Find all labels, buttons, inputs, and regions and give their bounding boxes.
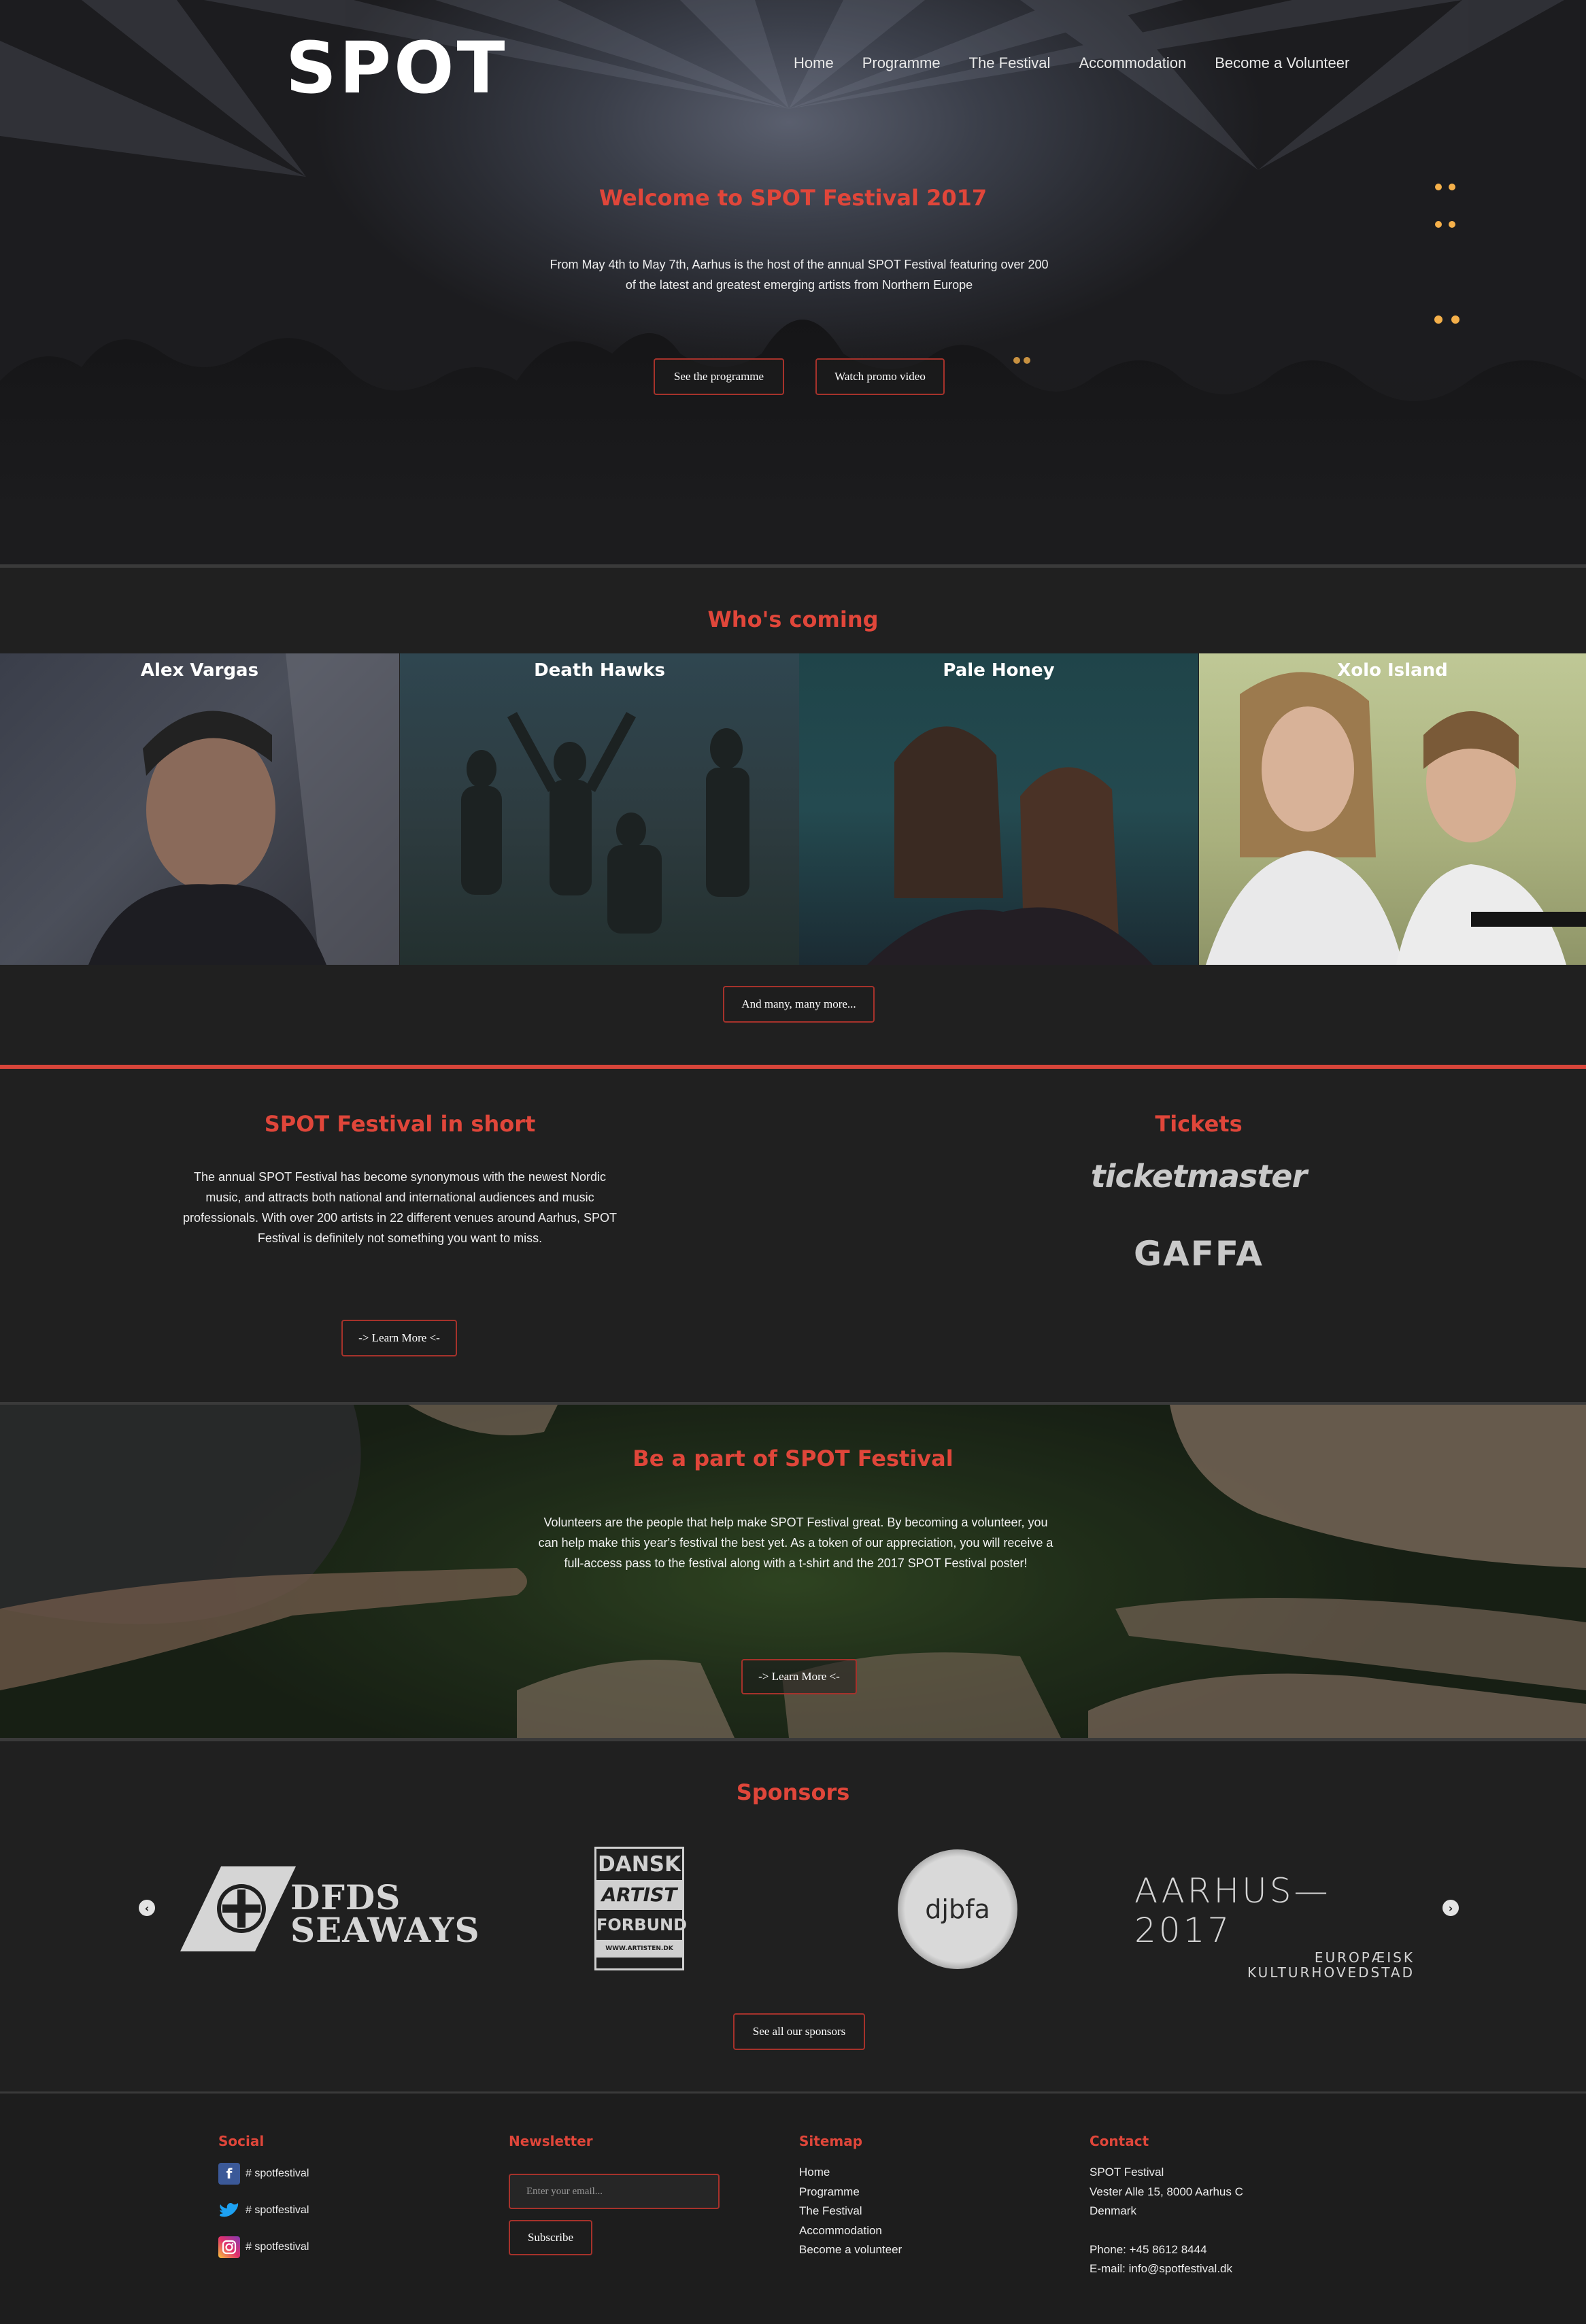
artist-name: Death Hawks <box>534 660 665 681</box>
artist-text: ARTIST <box>596 1880 682 1910</box>
twitter-link[interactable]: # spotfestival <box>218 2200 309 2221</box>
artist-card-pale-honey[interactable]: Pale Honey <box>799 653 1198 965</box>
nav-item-accommodation[interactable]: Accommodation <box>1079 54 1186 72</box>
volunteer-text: Volunteers are the people that help make… <box>538 1516 1053 1570</box>
ticketmaster-logo[interactable]: ticketmaster <box>1041 1158 1357 1195</box>
footer-contact: Contact SPOT Festival Vester Alle 15, 80… <box>1090 2133 1243 2279</box>
artist-card-alex-vargas[interactable]: Alex Vargas <box>0 653 399 965</box>
social-title: Social <box>218 2133 265 2149</box>
more-artists-button[interactable]: And many, many more... <box>723 986 875 1023</box>
facebook-handle: # spotfestival <box>246 2168 309 2179</box>
see-all-sponsors-button[interactable]: See all our sponsors <box>733 2013 865 2050</box>
sitemap-link-programme[interactable]: Programme <box>799 2183 902 2202</box>
forbund-text: FORBUND <box>596 1915 688 1934</box>
volunteer-title: Be a part of SPOT Festival <box>632 1446 954 1471</box>
artist-photo <box>461 712 749 934</box>
hero-bottom-fade <box>0 320 1586 564</box>
gaffa-logo[interactable]: GAFFA <box>1041 1234 1357 1274</box>
subscribe-button[interactable]: Subscribe <box>509 2220 592 2255</box>
aarhus-2017-text: AARHUS—2017 <box>1134 1871 1331 1950</box>
footer: Social f # spotfestival # spotfestival #… <box>0 2094 1586 2324</box>
learn-more-volunteer-button[interactable]: -> Learn More <- <box>741 1659 857 1694</box>
dfds-seaways-logo[interactable]: DFDS SEAWAYS <box>180 1866 479 1951</box>
section-divider <box>0 1738 1586 1741</box>
contact-address: Vester Alle 15, 8000 Aarhus C <box>1090 2185 1243 2198</box>
footer-sitemap: Sitemap Home Programme The Festival Acco… <box>799 2133 902 2260</box>
sitemap-title: Sitemap <box>799 2133 863 2149</box>
artisten-url-text: WWW.ARTISTEN.DK <box>596 1940 682 1958</box>
facebook-icon: f <box>218 2163 240 2185</box>
instagram-handle: # spotfestival <box>246 2241 309 2253</box>
sponsors-title: Sponsors <box>736 1779 850 1805</box>
contact-title: Contact <box>1090 2133 1149 2149</box>
sitemap-link-accommodation[interactable]: Accommodation <box>799 2221 902 2241</box>
section-divider <box>0 564 1586 568</box>
dfds-text: DFDS <box>290 1877 401 1917</box>
nav-item-programme[interactable]: Programme <box>862 54 941 72</box>
dansk-text: DANSK <box>597 1852 681 1877</box>
artist-photo <box>88 653 399 965</box>
artist-card-death-hawks[interactable]: Death Hawks <box>400 653 799 965</box>
whos-coming-title: Who's coming <box>707 606 879 632</box>
contact-phone: Phone: +45 8612 8444 <box>1090 2242 1207 2256</box>
learn-more-festival-button[interactable]: -> Learn More <- <box>341 1320 457 1356</box>
footer-social: Social f # spotfestival # spotfestival #… <box>218 2133 309 2273</box>
contact-name: SPOT Festival <box>1090 2166 1164 2178</box>
nav-item-become-a-volunteer[interactable]: Become a Volunteer <box>1215 54 1349 72</box>
hero-description: From May 4th to May 7th, Aarhus is the h… <box>550 258 1049 292</box>
see-programme-button[interactable]: See the programme <box>654 358 784 395</box>
dansk-artist-forbund-logo[interactable]: DANSK ARTIST FORBUND WWW.ARTISTEN.DK <box>594 1847 688 1970</box>
volunteer-section: Be a part of SPOT Festival Volunteers ar… <box>0 1405 1586 1738</box>
europaeisk-text: EUROPÆISK <box>1314 1949 1415 1966</box>
twitter-handle: # spotfestival <box>246 2204 309 2216</box>
aarhus-2017-logo[interactable]: AARHUS—2017 EUROPÆISK KULTURHOVEDSTAD <box>1134 1871 1427 1980</box>
email-input[interactable]: Enter your email... <box>509 2174 720 2209</box>
main-nav: Home Programme The Festival Accommodatio… <box>794 54 1349 72</box>
chevron-right-icon[interactable]: › <box>1442 1900 1459 1916</box>
twitter-icon <box>218 2200 240 2221</box>
nav-item-home[interactable]: Home <box>794 54 834 72</box>
sitemap-link-home[interactable]: Home <box>799 2163 902 2183</box>
contact-email[interactable]: E-mail: info@spotfestival.dk <box>1090 2259 1243 2279</box>
artist-name: Pale Honey <box>943 660 1055 681</box>
djbfa-text: djbfa <box>925 1894 990 1924</box>
artist-name: Alex Vargas <box>140 660 259 681</box>
artist-card-xolo-island[interactable]: Xolo Island <box>1199 653 1586 965</box>
watch-promo-video-button[interactable]: Watch promo video <box>815 358 945 395</box>
spot-logo[interactable]: SPOT <box>286 33 507 103</box>
newsletter-title: Newsletter <box>509 2133 593 2149</box>
sitemap-link-become-a-volunteer[interactable]: Become a volunteer <box>799 2240 902 2260</box>
footer-newsletter: Newsletter Enter your email... Subscribe <box>509 2133 726 2269</box>
chevron-left-icon[interactable]: ‹ <box>139 1900 155 1916</box>
artist-photo <box>867 726 1153 965</box>
accent-divider <box>0 1065 1586 1069</box>
tickets-title: Tickets <box>1155 1111 1243 1137</box>
nav-item-the-festival[interactable]: The Festival <box>969 54 1051 72</box>
kulturhovedstad-text: KULTURHOVEDSTAD <box>1247 1964 1415 1981</box>
artist-photo <box>1206 672 1586 965</box>
hero-section: SPOT Home Programme The Festival Accommo… <box>0 0 1586 564</box>
facebook-link[interactable]: f # spotfestival <box>218 2163 309 2185</box>
sitemap-link-the-festival[interactable]: The Festival <box>799 2202 902 2221</box>
instagram-icon <box>218 2236 240 2258</box>
djbfa-logo[interactable]: djbfa <box>898 1849 1017 1969</box>
instagram-link[interactable]: # spotfestival <box>218 2236 309 2258</box>
artist-name: Xolo Island <box>1337 660 1448 681</box>
seaways-text: SEAWAYS <box>290 1910 480 1950</box>
contact-country: Denmark <box>1090 2204 1136 2217</box>
festival-in-short-title: SPOT Festival in short <box>264 1111 536 1137</box>
hero-title: Welcome to SPOT Festival 2017 <box>598 185 988 211</box>
festival-in-short-text: The annual SPOT Festival has become syno… <box>182 1170 617 1245</box>
